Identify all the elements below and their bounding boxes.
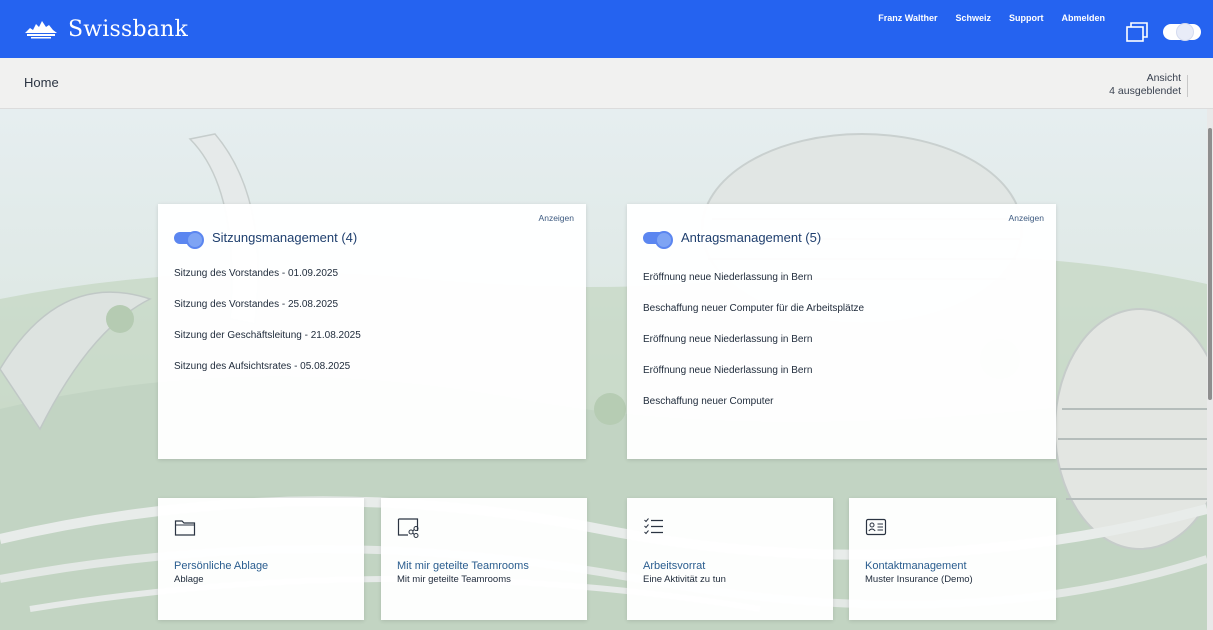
list-item[interactable]: Sitzung des Vorstandes - 25.08.2025 (174, 298, 361, 329)
requests-toggle[interactable] (643, 230, 673, 249)
tile-contact-management[interactable]: Kontaktmanagement Muster Insurance (Demo… (849, 498, 1056, 620)
tile-backlog[interactable]: Arbeitsvorrat Eine Aktivität zu tun (627, 498, 833, 620)
tile-shared-teamrooms[interactable]: Mit mir geteilte Teamrooms Mit mir getei… (381, 498, 587, 620)
shared-teamroom-icon (397, 518, 419, 538)
brand-name: Swissbank (68, 16, 189, 42)
top-header: Swissbank Franz Walther Schweiz Support … (0, 0, 1213, 58)
list-item[interactable]: Beschaffung neuer Computer (643, 395, 864, 426)
tile-title: Mit mir geteilte Teamrooms (397, 560, 529, 572)
list-item[interactable]: Eröffnung neue Niederlassung in Bern (643, 333, 864, 364)
list-item[interactable]: Eröffnung neue Niederlassung in Bern (643, 364, 864, 395)
requests-header: Antragsmanagement (5) (643, 230, 822, 249)
tile-title: Persönliche Ablage (174, 560, 269, 572)
top-nav: Franz Walther Schweiz Support Abmelden (878, 13, 1105, 23)
theme-toggle[interactable] (1163, 24, 1201, 40)
requests-title: Antragsmanagement (5) (681, 230, 822, 245)
hidden-count: 4 ausgeblendet (1109, 85, 1181, 97)
meetings-list: Sitzung des Vorstandes - 01.09.2025 Sitz… (174, 267, 361, 391)
tile-title: Kontaktmanagement (865, 560, 967, 572)
nav-logout[interactable]: Abmelden (1061, 13, 1105, 23)
checklist-icon (644, 518, 663, 535)
breadcrumb-home[interactable]: Home (24, 75, 59, 90)
divider (1187, 75, 1188, 97)
window-icon[interactable] (1124, 19, 1150, 45)
meetings-show-link[interactable]: Anzeigen (539, 213, 574, 223)
tile-title: Arbeitsvorrat (643, 560, 706, 572)
requests-card: Anzeigen Antragsmanagement (5) Eröffnung… (627, 204, 1056, 459)
meetings-card: Anzeigen Sitzungsmanagement (4) Sitzung … (158, 204, 586, 459)
list-item[interactable]: Beschaffung neuer Computer für die Arbei… (643, 302, 864, 333)
view-label: Ansicht (1146, 72, 1181, 84)
meetings-toggle[interactable] (174, 230, 204, 249)
tile-subtitle: Mit mir geteilte Teamrooms (397, 574, 511, 585)
nav-user[interactable]: Franz Walther (878, 13, 937, 23)
nav-country[interactable]: Schweiz (955, 13, 991, 23)
requests-list: Eröffnung neue Niederlassung in Bern Bes… (643, 271, 864, 426)
folder-icon (174, 520, 196, 536)
list-item[interactable]: Sitzung des Aufsichtsrates - 05.08.2025 (174, 360, 361, 391)
tile-personal-storage[interactable]: Persönliche Ablage Ablage (158, 498, 364, 620)
tile-subtitle: Ablage (174, 574, 204, 585)
swissbank-logo-icon (25, 21, 57, 39)
list-item[interactable]: Sitzung des Vorstandes - 01.09.2025 (174, 267, 361, 298)
contact-card-icon (865, 518, 887, 536)
brand[interactable]: Swissbank (24, 13, 188, 45)
nav-support[interactable]: Support (1009, 13, 1044, 23)
view-settings[interactable]: Ansicht 4 ausgeblendet (1109, 72, 1181, 98)
sub-bar: Home Ansicht 4 ausgeblendet (0, 58, 1213, 109)
scrollbar-thumb[interactable] (1208, 128, 1212, 400)
list-item[interactable]: Eröffnung neue Niederlassung in Bern (643, 271, 864, 302)
meetings-header: Sitzungsmanagement (4) (174, 230, 358, 249)
tile-subtitle: Muster Insurance (Demo) (865, 574, 973, 585)
tile-subtitle: Eine Aktivität zu tun (643, 574, 726, 585)
list-item[interactable]: Sitzung der Geschäftsleitung - 21.08.202… (174, 329, 361, 360)
meetings-title: Sitzungsmanagement (4) (212, 230, 358, 245)
requests-show-link[interactable]: Anzeigen (1009, 213, 1044, 223)
